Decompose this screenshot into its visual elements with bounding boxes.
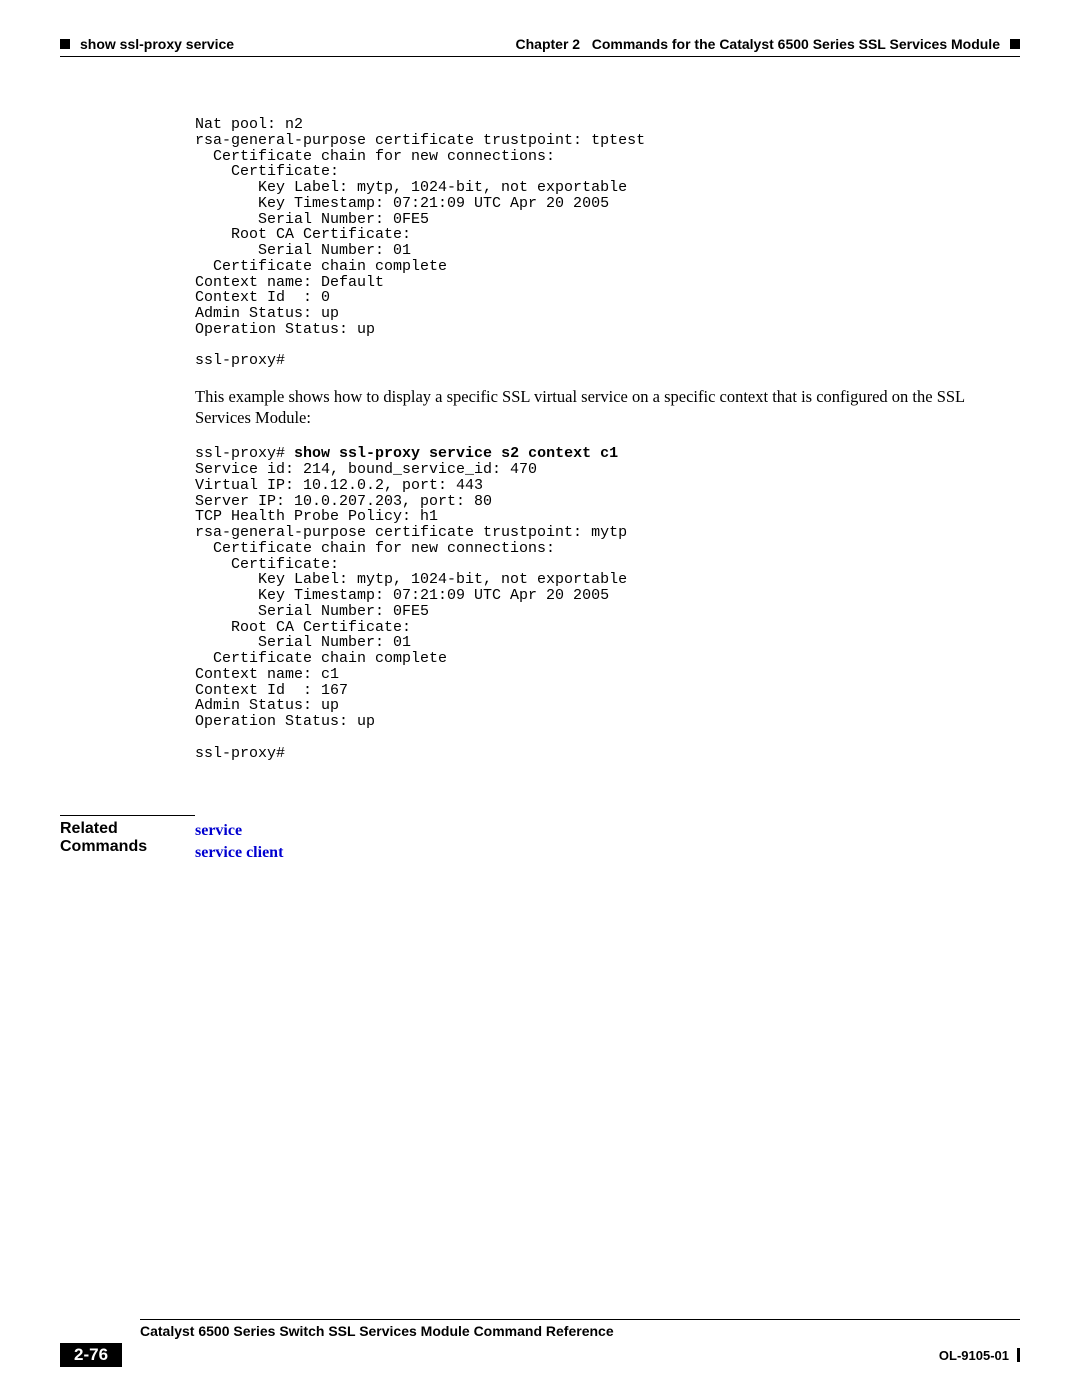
page-number: 2-76 [60,1343,122,1367]
chapter-title: Commands for the Catalyst 6500 Series SS… [592,36,1000,52]
command: show ssl-proxy service s2 context c1 [294,445,618,462]
code-output-1: Nat pool: n2 rsa-general-purpose certifi… [195,117,1020,369]
header-chapter: Chapter 2 Commands for the Catalyst 6500… [516,36,1021,52]
document-id: OL-9105-01 [939,1348,1009,1363]
square-icon [60,39,70,49]
footer-book-title: Catalyst 6500 Series Switch SSL Services… [140,1320,1020,1339]
bar-icon [1017,1348,1020,1362]
square-icon [1010,39,1020,49]
code-output-2: ssl-proxy# show ssl-proxy service s2 con… [195,446,1020,761]
output-body: Service id: 214, bound_service_id: 470 V… [195,461,627,762]
related-link-service[interactable]: service [195,820,283,842]
chapter-label: Chapter 2 [516,36,581,52]
header-section: show ssl-proxy service [60,36,234,52]
related-link-service-client[interactable]: service client [195,842,283,864]
prompt: ssl-proxy# [195,445,294,462]
section-title: show ssl-proxy service [80,36,234,52]
example-description: This example shows how to display a spec… [195,387,1020,428]
related-commands-heading: Related Commands [60,815,195,856]
